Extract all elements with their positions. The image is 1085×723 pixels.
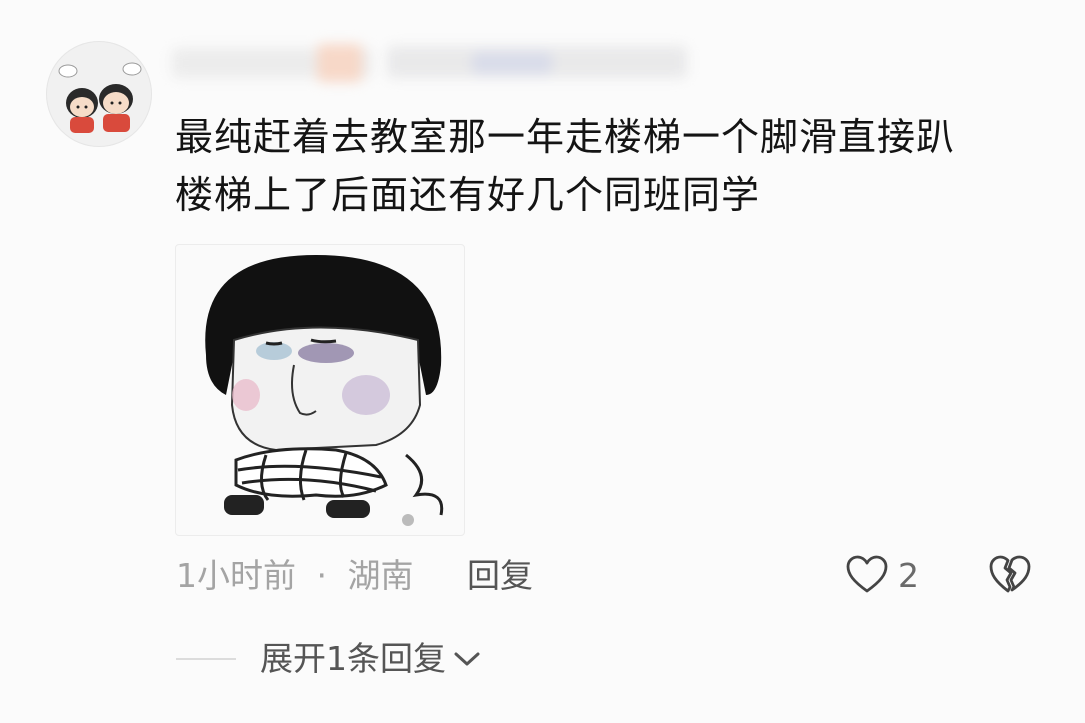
comment-location: 湖南 xyxy=(347,556,414,595)
broken-heart-icon[interactable] xyxy=(988,554,1032,594)
expand-replies-label: 展开1条回复 xyxy=(260,639,446,678)
meta-separator: · xyxy=(316,556,328,595)
like-count: 2 xyxy=(898,556,919,595)
avatar[interactable] xyxy=(46,41,152,147)
reply-divider xyxy=(176,658,236,660)
heart-outline-icon[interactable] xyxy=(845,554,889,594)
comment-time: 1小时前 xyxy=(176,556,296,595)
expand-replies-button[interactable]: 展开1条回复 xyxy=(260,634,482,684)
sticker-image[interactable] xyxy=(175,244,465,536)
comment-meta: 1小时前 · 湖南 xyxy=(176,551,414,601)
chevron-down-icon xyxy=(454,652,480,666)
comment-text: 最纯赶着去教室那一年走楼梯一个脚滑直接趴 楼梯上了后面还有好几个同班同学 xyxy=(175,108,1055,224)
comment-line-2: 楼梯上了后面还有好几个同班同学 xyxy=(175,173,761,217)
username-blurred[interactable] xyxy=(172,44,692,84)
comment-line-1: 最纯赶着去教室那一年走楼梯一个脚滑直接趴 xyxy=(175,115,956,159)
reply-button[interactable]: 回复 xyxy=(467,551,533,601)
